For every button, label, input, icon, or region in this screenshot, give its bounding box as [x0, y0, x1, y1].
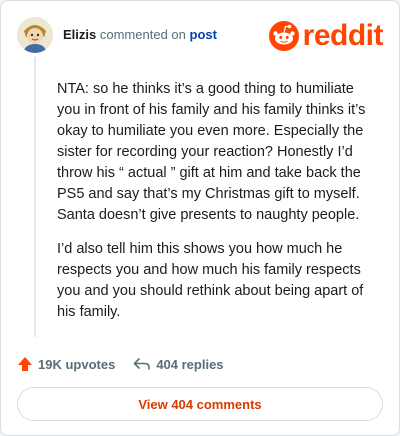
- view-comments-button[interactable]: View 404 comments: [17, 387, 383, 421]
- comment-body: NTA: so he thinks it’s a good thing to h…: [57, 79, 373, 336]
- reddit-wordmark: reddit: [302, 19, 384, 52]
- reply-count: 404 replies: [156, 356, 224, 372]
- upvote-count: 19K upvotes: [38, 356, 116, 372]
- reply-arrow-icon: [134, 358, 151, 370]
- comment-paragraph: NTA: so he thinks it’s a good thing to h…: [57, 81, 366, 223]
- avatar[interactable]: [17, 17, 53, 53]
- upvote-button[interactable]: 19K upvotes: [17, 356, 115, 372]
- thread-line: [34, 57, 36, 337]
- comment-card: Elizis commented on post reddit NTA: so …: [0, 0, 400, 436]
- reddit-snoo-icon: [268, 21, 299, 51]
- post-link[interactable]: post: [190, 27, 217, 42]
- comment-paragraph: I’d also tell him this shows you how muc…: [57, 241, 364, 320]
- reddit-logo[interactable]: reddit: [268, 19, 384, 52]
- byline-action: commented on: [99, 27, 186, 42]
- comment-footer: 19K upvotes 404 replies: [17, 354, 242, 374]
- avatar-image: [17, 17, 53, 53]
- reply-button[interactable]: 404 replies: [133, 356, 224, 372]
- upvote-arrow-icon: [18, 357, 32, 371]
- username-link[interactable]: Elizis: [63, 27, 96, 42]
- comment-header: Elizis commented on post reddit: [17, 17, 384, 53]
- byline: Elizis commented on post: [63, 27, 217, 42]
